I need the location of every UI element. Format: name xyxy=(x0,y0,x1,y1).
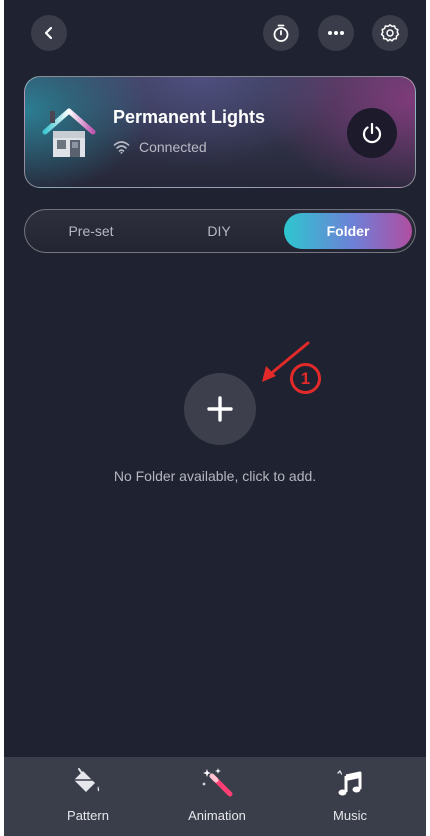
tab-diy[interactable]: DIY xyxy=(156,213,282,249)
timer-icon xyxy=(273,24,289,42)
more-options-button[interactable] xyxy=(318,15,354,51)
tab-preset[interactable]: Pre-set xyxy=(28,213,154,249)
nav-animation[interactable]: Animation xyxy=(147,757,287,836)
nav-animation-label: Animation xyxy=(188,808,246,823)
nav-music-label: Music xyxy=(333,808,367,823)
music-note-icon xyxy=(337,770,362,796)
wifi-icon xyxy=(113,141,130,154)
gear-icon xyxy=(380,24,400,42)
tab-folder[interactable]: Folder xyxy=(284,213,412,249)
empty-state-message: No Folder available, click to add. xyxy=(113,468,317,484)
nav-pattern-label: Pattern xyxy=(67,808,109,823)
connection-status-text: Connected xyxy=(139,139,207,155)
device-name: Permanent Lights xyxy=(113,107,266,127)
more-icon xyxy=(328,31,344,35)
plus-icon xyxy=(207,396,233,422)
settings-button[interactable] xyxy=(372,15,408,51)
connection-status: Connected xyxy=(113,139,207,155)
bottom-nav: Pattern Animation Music xyxy=(4,757,426,836)
paint-bucket-icon xyxy=(74,768,100,792)
nav-pattern[interactable]: Pattern xyxy=(18,757,158,836)
app-screen: Permanent Lights Connected Pre-set DIY F… xyxy=(4,0,426,836)
back-button[interactable] xyxy=(31,15,67,51)
nav-music[interactable]: Music xyxy=(280,757,420,836)
power-icon xyxy=(362,122,382,144)
add-folder-button[interactable] xyxy=(184,373,256,445)
house-icon xyxy=(42,108,96,157)
chevron-left-icon xyxy=(44,26,53,40)
magic-wand-icon xyxy=(202,768,233,797)
timer-button[interactable] xyxy=(263,15,299,51)
device-card[interactable]: Permanent Lights Connected xyxy=(24,76,416,188)
mode-tabs: Pre-set DIY Folder xyxy=(24,209,416,253)
power-button[interactable] xyxy=(347,108,397,158)
annotation-marker: 1 xyxy=(290,363,321,394)
